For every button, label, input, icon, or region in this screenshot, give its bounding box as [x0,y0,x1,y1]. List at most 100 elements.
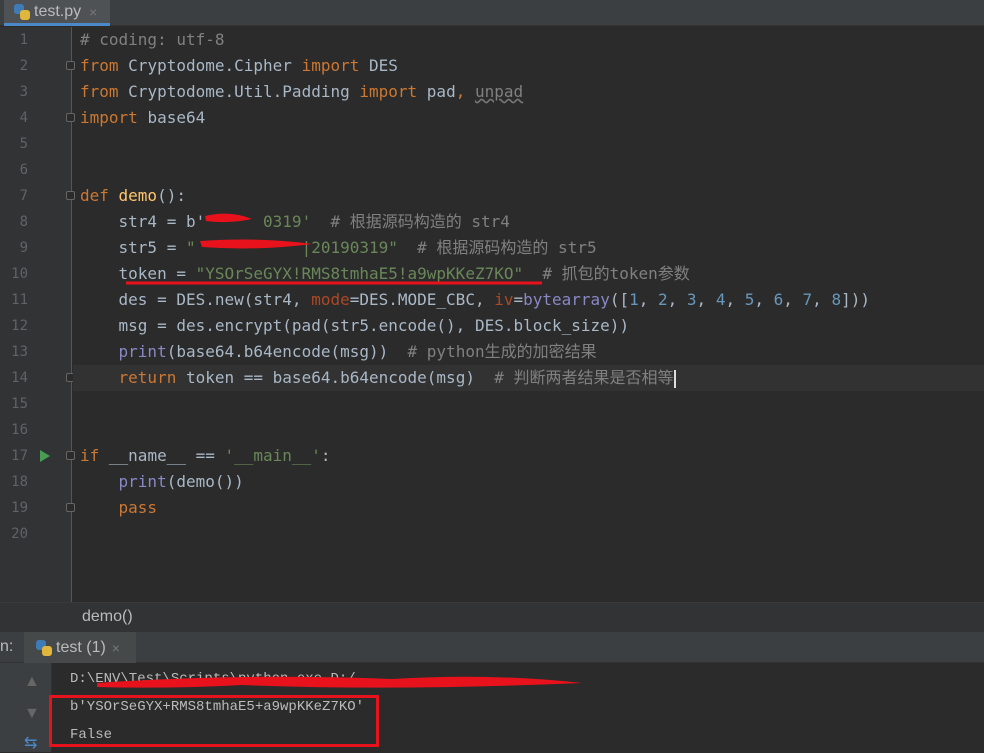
code-token: Cryptodome.Util.Padding [128,82,360,101]
code-token: # 根据源码构造的 str5 [397,238,597,257]
code-token: # 根据源码构造的 str4 [311,212,510,231]
run-label: n: [0,638,14,655]
code-token: import [301,56,369,75]
code-token: return [118,368,186,387]
code-token: str5 = [80,238,186,257]
console-output[interactable]: D:\ENV\Test\Scripts\python.exe D:/... b'… [49,663,984,752]
code-token: , [725,290,745,309]
code-token: des = DES.new(str4, [80,290,312,309]
arrow-down-icon[interactable]: ▼ [24,705,40,723]
code-token: from [80,82,129,101]
code-line: if __name__ == '__main__': [0,443,984,469]
code-line: token = "YSOrSeGYX!RMS8tmhaE5!a9wpKKeZ7K… [0,261,984,287]
code-token: print [118,472,167,491]
code-token: import [359,82,427,101]
code-token: , [455,82,475,101]
code-line: from Cryptodome.Cipher import DES [0,53,984,79]
code-token: 4 [715,290,726,309]
breadcrumb-item[interactable]: demo() [82,608,133,626]
run-tab-test[interactable]: test (1) × [24,632,136,663]
code-token: pad [426,82,456,101]
code-token: (): [157,186,186,205]
code-line: des = DES.new(str4, mode=DES.MODE_CBC, i… [0,287,984,313]
code-token: '__main__' [224,446,321,465]
code-token: , [667,290,687,309]
code-token: unpad [474,82,524,101]
code-line: def demo(): [0,183,984,209]
code-token: , [812,290,832,309]
code-token: ([ [609,290,630,309]
code-token: msg = des.encrypt(pad(str5.encode(), DES… [80,316,630,335]
soft-wrap-icon[interactable]: ⇆ [24,733,37,753]
code-line: msg = des.encrypt(pad(str5.encode(), DES… [0,313,984,339]
close-tab-icon[interactable]: × [89,4,97,20]
code-token: 1 [629,290,639,309]
code-token: , [696,290,716,309]
code-line: import base64 [0,105,984,131]
code-token: 7 [802,290,813,309]
code-token: demo [118,186,158,205]
code-token: print [118,342,167,361]
code-token: bytearray [523,290,610,309]
code-token: , [783,290,803,309]
code-token: iv [494,290,514,309]
redaction-scribble [97,676,582,688]
code-token: (demo()) [166,472,244,491]
code-token: # 抓包的token参数 [523,264,690,283]
tab-test-py[interactable]: test.py × [4,0,110,26]
code-token: token = [80,264,196,283]
code-token: , [638,290,658,309]
code-token: Cryptodome.Cipher [128,56,302,75]
code-token: mode [311,290,350,309]
run-panel-header: n: test (1) × [0,632,984,663]
red-highlight-box [49,695,379,747]
code-token: (base64.b64encode(msg)) [166,342,408,361]
code-token: if [80,446,109,465]
code-token: 2 [658,290,668,309]
code-line: print(base64.b64encode(msg)) # python生成的… [0,339,984,365]
python-file-icon [14,3,30,20]
code-token: from [80,56,129,75]
arrow-up-icon[interactable]: ▲ [24,673,40,691]
close-run-tab-icon[interactable]: × [112,640,120,656]
code-token: ])) [841,290,870,309]
code-token: base64 [147,108,206,127]
code-token: 8 [831,290,842,309]
line-number: 14 [11,370,28,386]
code-token: __name__ == [108,446,225,465]
code-token: =DES.MODE_CBC, [349,290,495,309]
code-token: # coding: utf-8 [80,30,225,49]
code-editor[interactable]: 1 2 3 4 5 6 7 8 9 10 11 12 13 14 15 16 17 18 19 20 # coding… [0,27,984,602]
code-token: 0319' [205,212,312,231]
code-token: pass [118,498,158,517]
text-caret [673,369,676,388]
code-line: pass [0,495,984,521]
code-token: 6 [773,290,784,309]
code-line: from Cryptodome.Util.Padding import pad,… [0,79,984,105]
code-token: DES [369,56,398,75]
code-token: 3 [686,290,697,309]
run-toolbar: ▲ ▼ ⇆ [0,663,52,752]
code-line: # coding: utf-8 [0,27,984,53]
code-token: " |20190319" [185,238,398,257]
code-token: b' [185,212,206,231]
code-token: str4 = [80,212,186,231]
editor-tab-bar: test.py × [0,0,984,26]
code-token: token == base64.b64encode(msg) [185,368,495,387]
code-token: import [80,108,148,127]
code-token: : [320,446,331,465]
code-token: "YSOrSeGYX!RMS8tmhaE5!a9wpKKeZ7KO" [195,264,524,283]
code-token: 5 [744,290,755,309]
tab-label: test.py [34,2,82,20]
run-tab-label: test (1) [56,638,106,656]
breadcrumb[interactable]: demo() [0,602,984,632]
code-line: print(demo()) [0,469,984,495]
